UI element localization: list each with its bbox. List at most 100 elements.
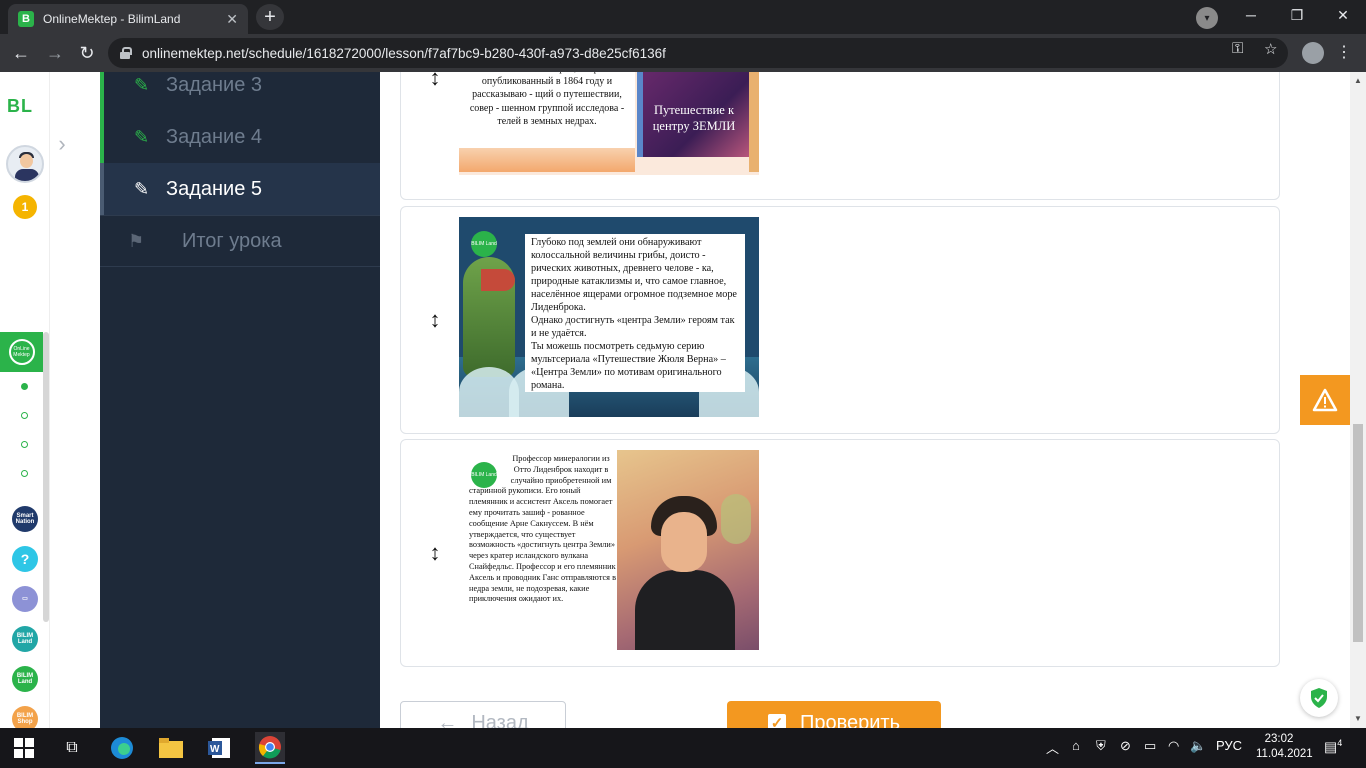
browser-tab[interactable]: B OnlineMektep - BilimLand ✕	[8, 4, 248, 34]
sortable-card[interactable]: ↕ писателя Жюля Верна, впервые опубликов…	[400, 72, 1280, 200]
security-shield-button[interactable]	[1300, 679, 1338, 717]
bilimland-favicon-icon: B	[18, 11, 34, 27]
key-icon[interactable]: ⚿	[1232, 40, 1243, 57]
bilimland-teal-icon[interactable]: BILIM Land	[12, 626, 38, 652]
page-scrollbar[interactable]: ▲ ▼	[1350, 72, 1366, 728]
warning-icon	[1312, 388, 1338, 412]
sidebar-item-summary[interactable]: ⚑ Итог урока	[100, 215, 380, 267]
word-icon[interactable]: W	[206, 734, 234, 762]
scroll-down-icon[interactable]: ▼	[1354, 714, 1362, 723]
tray-network-off-icon[interactable]: ⊘	[1120, 738, 1131, 754]
coins-badge[interactable]: 1	[13, 195, 37, 219]
card-image: BILIM Land Глубоко под землей они обнару…	[459, 217, 759, 417]
bookmark-star-icon[interactable]: ☆	[1264, 40, 1277, 58]
lesson-sidebar: ✎ Задание 3 ✎ Задание 4 ✎ Задание 5 ⚑ Ит…	[100, 72, 380, 728]
back-arrow-icon[interactable]: ←	[8, 40, 34, 66]
restore-button[interactable]: ❐	[1274, 0, 1320, 30]
clock-time: 23:02	[1264, 733, 1294, 745]
lesson-dot-active[interactable]	[21, 383, 28, 390]
reload-icon[interactable]: ↻	[74, 40, 100, 66]
notification-count: 4	[1337, 738, 1343, 748]
expand-chevron-icon[interactable]: ›	[48, 124, 76, 164]
lesson-dot[interactable]	[21, 470, 28, 477]
tab-search-icon[interactable]: ▾	[1196, 7, 1218, 29]
windows-start-icon[interactable]	[10, 734, 38, 762]
video-icon[interactable]: ▭	[12, 586, 38, 612]
windows-taskbar: ⧉ W ︿ ⌂ ⛨ ⊘ ▭ ◠ 🔈 РУС 23:02 11.04.2021 ▤…	[0, 728, 1366, 768]
tab-close-icon[interactable]: ✕	[226, 11, 238, 28]
clock[interactable]: 23:02 11.04.2021	[1256, 732, 1313, 762]
check-button[interactable]: ✓ Проверить	[727, 701, 941, 728]
back-button-label: Назад	[471, 711, 529, 729]
language-indicator[interactable]: РУС	[1216, 738, 1242, 753]
chrome-icon[interactable]	[255, 732, 285, 764]
lesson-dot[interactable]	[21, 441, 28, 448]
browser-toolbar: ← → ↻ onlinemektep.net/schedule/16182720…	[0, 34, 1366, 72]
report-problem-button[interactable]	[1300, 375, 1350, 425]
address-bar[interactable]: onlinemektep.net/schedule/1618272000/les…	[108, 38, 1288, 68]
lesson-dot[interactable]	[21, 412, 28, 419]
card-image: писателя Жюля Верна, впервые опубликован…	[459, 72, 759, 175]
sidebar-item-task-3[interactable]: ✎ Задание 3	[100, 72, 380, 111]
card-image: BILIM Land Профессор минералогии из Отто…	[459, 450, 759, 650]
file-explorer-icon[interactable]	[157, 734, 185, 762]
close-window-button[interactable]: ✕	[1320, 0, 1366, 30]
volume-icon[interactable]: 🔈	[1190, 738, 1206, 754]
scroll-up-icon[interactable]: ▲	[1354, 76, 1362, 85]
drag-handle-icon[interactable]: ↕	[429, 538, 441, 568]
sortable-card[interactable]: ↕ BILIM Land Профессор минералогии из От…	[400, 439, 1280, 667]
sidebar-item-label: Задание 3	[166, 73, 263, 96]
user-avatar[interactable]	[6, 145, 44, 183]
card-text: Профессор минералогии из Отто Лиденброк …	[467, 454, 617, 650]
url-text: onlinemektep.net/schedule/1618272000/les…	[142, 45, 666, 61]
clock-date: 11.04.2021	[1256, 748, 1313, 760]
shield-check-icon	[1311, 688, 1327, 708]
card-text: писателя Жюля Верна, впервые опубликован…	[459, 72, 635, 148]
minimize-button[interactable]: ─	[1228, 0, 1274, 30]
help-icon[interactable]: ?	[12, 546, 38, 572]
task-content: ↕ писателя Жюля Верна, впервые опубликов…	[380, 72, 1350, 728]
smart-nation-icon[interactable]: Smart Nation	[12, 506, 38, 532]
tray-shield-icon[interactable]: ⛨	[1096, 738, 1106, 754]
task-view-icon[interactable]: ⧉	[58, 734, 86, 762]
arrow-left-icon: ←	[437, 711, 458, 729]
check-button-label: Проверить	[799, 711, 901, 729]
edge-icon[interactable]	[108, 734, 136, 762]
bilimshop-icon[interactable]: BILIM Shop	[12, 706, 38, 728]
battery-icon[interactable]: ▭	[1144, 738, 1156, 754]
sidebar-item-label: Задание 5	[166, 177, 263, 200]
bilimland-logo[interactable]: BL	[7, 96, 33, 117]
menu-kebab-icon[interactable]: ⋮	[1336, 42, 1352, 62]
new-tab-button[interactable]: +	[256, 4, 284, 30]
drag-handle-icon[interactable]: ↕	[429, 72, 441, 93]
tab-title: OnlineMektep - BilimLand	[43, 12, 181, 26]
book-title: Путешествие к центру ЗЕМЛИ	[652, 103, 736, 133]
drag-handle-icon[interactable]: ↕	[429, 305, 441, 335]
profile-avatar-icon[interactable]	[1302, 42, 1324, 64]
card-text-first: Профессор минералогии из Отто Лиденброк …	[510, 454, 612, 485]
book-cover: Путешествие к центру ЗЕМЛИ	[637, 72, 755, 157]
wifi-icon[interactable]: ◠	[1168, 738, 1179, 754]
checkmark-icon: ✓	[767, 714, 786, 728]
sortable-card[interactable]: ↕ BILIM Land Глубоко под землей они обна…	[400, 206, 1280, 434]
professor-portrait	[617, 450, 759, 650]
forward-arrow-icon[interactable]: →	[42, 40, 68, 66]
sidebar-item-task-5[interactable]: ✎ Задание 5	[100, 163, 380, 215]
onlinemektep-logo: OnLine Mektep	[8, 339, 35, 365]
edit-icon: ✎	[134, 126, 150, 147]
notifications-icon[interactable]: ▤4	[1324, 738, 1342, 756]
sidebar-item-task-4[interactable]: ✎ Задание 4	[100, 111, 380, 163]
card-text-rest: старинной рукописи. Его юный племянник и…	[469, 486, 616, 604]
tray-device-icon[interactable]: ⌂	[1072, 738, 1080, 753]
scrollbar-thumb[interactable]	[1353, 424, 1363, 642]
svg-text:W: W	[210, 744, 220, 755]
tray-chevron-icon[interactable]: ︿	[1046, 738, 1059, 757]
app-rail: BL 1 OnLine Mektep Smart Nation ? ▭ BILI…	[0, 72, 50, 728]
edit-icon: ✎	[134, 178, 150, 199]
rail-scrollbar[interactable]	[43, 332, 49, 622]
back-button[interactable]: ← Назад	[400, 701, 566, 728]
page-viewport: BL 1 OnLine Mektep Smart Nation ? ▭ BILI…	[0, 72, 1366, 728]
card-text: Глубоко под землей они обнаруживают коло…	[525, 234, 745, 392]
bilimland-green-icon[interactable]: BILIM Land	[12, 666, 38, 692]
onlinemektep-button[interactable]: OnLine Mektep	[0, 332, 43, 372]
